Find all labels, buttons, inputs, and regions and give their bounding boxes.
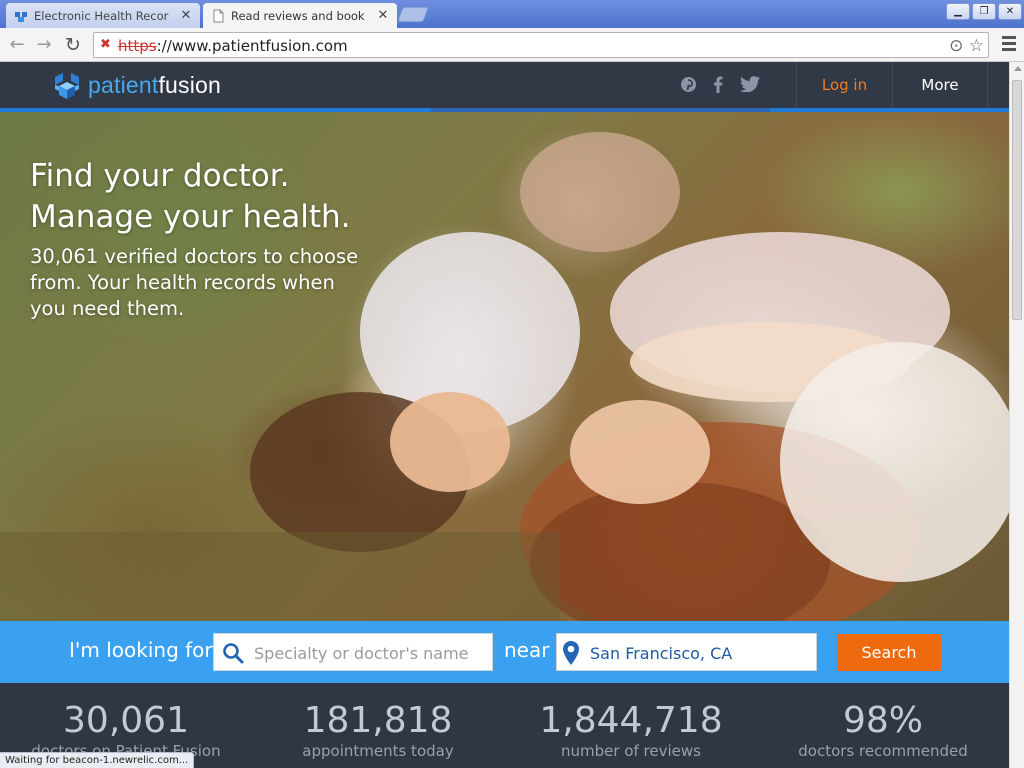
twitter-icon[interactable] xyxy=(740,76,760,92)
near-label: near xyxy=(504,638,550,662)
doctor-search-bar: I'm looking for Specialty or doctor's na… xyxy=(0,621,1009,683)
chrome-menu-icon[interactable] xyxy=(1002,36,1016,54)
forward-arrow-icon[interactable]: → xyxy=(33,34,55,56)
stat-number: 98% xyxy=(842,700,923,741)
restore-icon[interactable]: ❐ xyxy=(972,3,996,20)
stat-reviews: 1,844,718 number of reviews xyxy=(511,700,751,761)
scroll-up-arrow-icon[interactable] xyxy=(1014,66,1022,71)
patient-fusion-logo[interactable]: patientfusion xyxy=(52,72,221,99)
tab-title: Read reviews and book xyxy=(231,8,365,23)
search-button[interactable]: Search xyxy=(837,634,941,671)
location-input[interactable]: San Francisco, CA xyxy=(556,633,817,671)
stat-label: number of reviews xyxy=(561,742,701,760)
stat-number: 181,818 xyxy=(303,700,453,741)
search-icon xyxy=(223,643,244,664)
looking-for-label: I'm looking for xyxy=(69,638,213,662)
omnibox-actions: ⊙ ☆ xyxy=(949,36,984,56)
close-tab-icon[interactable]: ✕ xyxy=(180,8,192,23)
site-header: patientfusion Log in More xyxy=(0,62,1009,108)
insecure-lock-icon[interactable]: ✖ xyxy=(100,38,114,52)
scrollbar-thumb[interactable] xyxy=(1012,80,1022,320)
stat-recommended: 98% doctors recommended xyxy=(763,700,1003,761)
close-window-icon[interactable]: ✕ xyxy=(998,3,1022,20)
headline-line-1: Find your doctor. xyxy=(30,158,290,194)
patient-fusion-favicon xyxy=(15,11,27,22)
tab-strip: Electronic Health Recor ✕ Read reviews a… xyxy=(0,0,1024,28)
url-host: ://www.patientfusion.com xyxy=(156,37,348,55)
address-bar[interactable]: ✖ https://www.patientfusion.com ⊙ ☆ xyxy=(93,32,989,58)
stat-label: doctors recommended xyxy=(798,742,968,760)
stat-number: 30,061 xyxy=(63,700,189,741)
map-pin-icon xyxy=(563,641,579,665)
facebook-icon[interactable] xyxy=(713,76,723,93)
tab-read-reviews[interactable]: Read reviews and book ✕ xyxy=(203,3,397,28)
location-value: San Francisco, CA xyxy=(590,644,733,663)
tab-electronic-health-records[interactable]: Electronic Health Recor ✕ xyxy=(6,3,200,28)
stat-number: 1,844,718 xyxy=(539,700,723,741)
logo-cube-icon xyxy=(55,72,79,99)
hero-subtext: 30,061 verified doctors to choose from. … xyxy=(30,245,359,320)
location-target-icon[interactable]: ⊙ xyxy=(949,36,963,56)
headline-line-2: Manage your health. xyxy=(30,199,351,235)
close-tab-icon[interactable]: ✕ xyxy=(377,8,389,23)
bookmark-star-icon[interactable]: ☆ xyxy=(969,36,984,56)
stat-label: appointments today xyxy=(302,742,454,760)
hero-banner: Find your doctor. Manage your health. 30… xyxy=(0,112,1009,621)
webpage: patientfusion Log in More Find your doct… xyxy=(0,62,1009,768)
stat-appointments: 181,818 appointments today xyxy=(258,700,498,761)
browser-toolbar: ← → ↻ ✖ https://www.patientfusion.com ⊙ … xyxy=(0,28,1024,62)
more-menu-button[interactable]: More xyxy=(892,62,988,108)
hero-headline: Find your doctor. Manage your health. xyxy=(30,156,351,238)
minimize-icon[interactable]: ▁ xyxy=(946,3,970,20)
logo-text-patient: patient xyxy=(88,72,159,98)
reload-icon[interactable]: ↻ xyxy=(62,34,84,56)
url-scheme: https xyxy=(118,37,157,55)
back-arrow-icon[interactable]: ← xyxy=(6,34,28,56)
specialty-placeholder: Specialty or doctor's name xyxy=(254,644,469,663)
page-icon xyxy=(213,9,224,22)
page-scrollbar[interactable] xyxy=(1009,62,1024,768)
logo-text-fusion: fusion xyxy=(158,72,222,98)
new-tab-button[interactable] xyxy=(397,7,429,22)
browser-status-bar: Waiting for beacon-1.newrelic.com... xyxy=(0,752,195,768)
pinterest-icon[interactable] xyxy=(680,76,697,93)
url-text: https://www.patientfusion.com xyxy=(118,37,348,55)
specialty-search-input[interactable]: Specialty or doctor's name xyxy=(213,633,493,671)
login-button[interactable]: Log in xyxy=(796,62,892,108)
tab-title: Electronic Health Recor xyxy=(34,8,169,23)
